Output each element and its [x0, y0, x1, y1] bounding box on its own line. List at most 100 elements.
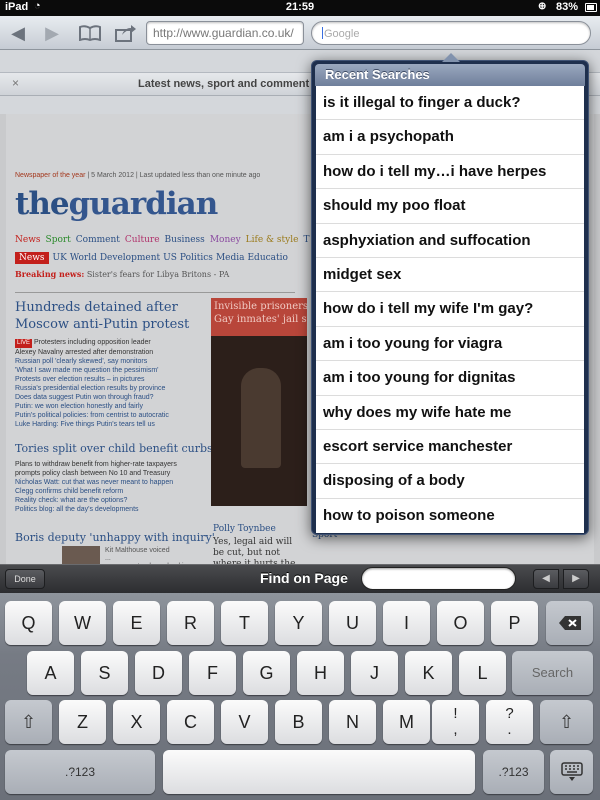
key-i[interactable]: I [383, 601, 430, 645]
left-arrow-icon[interactable]: ◀ [533, 569, 559, 589]
key-e[interactable]: E [113, 601, 160, 645]
story-link[interactable]: Russian poll 'clearly skewed', say monit… [15, 357, 169, 366]
nav-link[interactable]: Development [100, 253, 160, 263]
exclamation-key[interactable]: !, [432, 700, 479, 744]
key-d[interactable]: D [135, 651, 182, 695]
recent-search-item[interactable]: asphyxiation and suffocation [316, 224, 584, 258]
recent-search-item[interactable]: am i a psychopath [316, 120, 584, 155]
key-n[interactable]: N [329, 700, 376, 744]
story-link[interactable]: prompts policy clash between No 10 and T… [15, 469, 177, 478]
find-input[interactable] [361, 567, 516, 590]
bookmarks-icon[interactable] [76, 20, 104, 46]
story-link[interactable]: Does data suggest Putin won through frau… [15, 393, 169, 402]
key-r[interactable]: R [167, 601, 214, 645]
share-icon[interactable] [112, 20, 140, 46]
key-p[interactable]: P [491, 601, 538, 645]
nav-link[interactable]: Comment [76, 235, 120, 245]
key-f[interactable]: F [189, 651, 236, 695]
key-l[interactable]: L [459, 651, 506, 695]
story-link[interactable]: Protests over election results – in pict… [15, 375, 169, 384]
key-b[interactable]: B [275, 700, 322, 744]
key-o[interactable]: O [437, 601, 484, 645]
nav-link[interactable]: US [163, 253, 177, 263]
recent-search-item[interactable]: why does my wife hate me [316, 396, 584, 430]
nav-link[interactable]: Money [210, 235, 241, 245]
key-h[interactable]: H [297, 651, 344, 695]
nav-link[interactable]: Sport [46, 235, 71, 245]
numbers-key[interactable]: .?123 [5, 750, 155, 794]
story-link[interactable]: 'What I saw made me question the pessimi… [15, 366, 169, 375]
recent-search-item[interactable]: is it illegal to finger a duck? [316, 86, 584, 121]
key-m[interactable]: M [383, 700, 430, 744]
nav-link[interactable]: Business [165, 235, 205, 245]
third-headline[interactable]: Boris deputy 'unhappy with inquiry' [15, 531, 215, 544]
backspace-icon[interactable] [546, 601, 593, 645]
nav-link[interactable]: Life & style [246, 235, 299, 245]
nav-link[interactable]: Media [216, 253, 245, 263]
key-u[interactable]: U [329, 601, 376, 645]
guardian-logo[interactable]: theguardian [15, 186, 218, 222]
nav-link[interactable]: Culture [125, 235, 160, 245]
right-arrow-icon[interactable]: ▶ [563, 569, 589, 589]
recent-search-item[interactable]: am i too young for viagra [316, 327, 584, 362]
story-link[interactable]: Clegg confirms child benefit reform [15, 487, 177, 496]
key-a[interactable]: A [27, 651, 74, 695]
recent-search-item[interactable]: am i too young for dignitas [316, 361, 584, 396]
search-field[interactable]: Google [311, 21, 591, 45]
story-link[interactable]: Alexey Navalny arrested after demonstrat… [15, 348, 169, 357]
story-link[interactable]: Reality check: what are the options? [15, 496, 177, 505]
lead-headline[interactable]: Hundreds detained after Moscow anti-Puti… [15, 299, 205, 333]
key-s[interactable]: S [81, 651, 128, 695]
key-w[interactable]: W [59, 601, 106, 645]
key-q[interactable]: Q [5, 601, 52, 645]
story-link[interactable]: LIVE Protesters including opposition lead… [15, 338, 169, 348]
keyboard-hide-icon[interactable] [550, 750, 593, 794]
key-v[interactable]: V [221, 700, 268, 744]
key-g[interactable]: G [243, 651, 290, 695]
key-x[interactable]: X [113, 700, 160, 744]
recent-search-item[interactable]: midget sex [316, 258, 584, 293]
story-link[interactable]: Russia's presidential election results b… [15, 384, 169, 393]
recent-search-item[interactable]: should my poo float [316, 189, 584, 224]
comment-box[interactable]: Polly Toynbee Yes, legal aid will be cut,… [213, 524, 303, 564]
shift-icon[interactable]: ⇧ [540, 700, 593, 744]
breaking-news[interactable]: Breaking news: Sister's fears for Libya … [15, 269, 229, 279]
numbers-key-right[interactable]: .?123 [483, 750, 544, 794]
key-j[interactable]: J [351, 651, 398, 695]
search-key[interactable]: Search [512, 651, 593, 695]
key-c[interactable]: C [167, 700, 214, 744]
story-link[interactable]: Politics blog: all the day's development… [15, 505, 177, 514]
shift-icon[interactable]: ⇧ [5, 700, 52, 744]
back-arrow-icon[interactable]: ◀ [4, 20, 32, 46]
question-key[interactable]: ?. [486, 700, 533, 744]
nav-link[interactable]: Politics [180, 253, 213, 263]
key-z[interactable]: Z [59, 700, 106, 744]
second-headline[interactable]: Tories split over child benefit curbs [15, 442, 213, 455]
story-link[interactable]: Putin: we won election honestly and fair… [15, 402, 169, 411]
url-field[interactable]: http://www.guardian.co.uk/ [146, 21, 304, 45]
forward-arrow-icon[interactable]: ▶ [38, 20, 66, 46]
recent-search-item[interactable]: how do i tell my…i have herpes [316, 155, 584, 190]
done-button[interactable]: Done [5, 569, 45, 589]
nav-link[interactable]: UK [53, 253, 67, 263]
nav-link[interactable]: World [70, 253, 97, 263]
space-bar[interactable] [163, 750, 475, 794]
nav-link[interactable]: News [15, 235, 41, 245]
story-link[interactable]: Nicholas Watt: cut that was never meant … [15, 478, 177, 487]
story-link[interactable]: Luke Harding: Five things Putin's tears … [15, 420, 169, 429]
close-tab-icon[interactable]: × [12, 76, 19, 90]
recent-search-item[interactable]: how to poison someone [316, 499, 584, 533]
recent-search-item[interactable]: disposing of a body [316, 464, 584, 499]
story-link[interactable]: Putin's political policies: from centris… [15, 411, 169, 420]
search-placeholder: Google [324, 28, 360, 40]
recent-search-item[interactable]: escort service manchester [316, 430, 584, 465]
nav-link[interactable]: T [303, 235, 309, 245]
key-t[interactable]: T [221, 601, 268, 645]
key-k[interactable]: K [405, 651, 452, 695]
recent-search-item[interactable]: how do i tell my wife I'm gay? [316, 292, 584, 327]
nav-news-tab[interactable]: News [15, 252, 49, 264]
feature-photo[interactable]: Invisible prisoners Gay inmates' jail st [211, 298, 307, 506]
story-link[interactable]: Plans to withdraw benefit from higher-ra… [15, 460, 177, 469]
key-y[interactable]: Y [275, 601, 322, 645]
nav-link[interactable]: Educatio [247, 253, 287, 263]
